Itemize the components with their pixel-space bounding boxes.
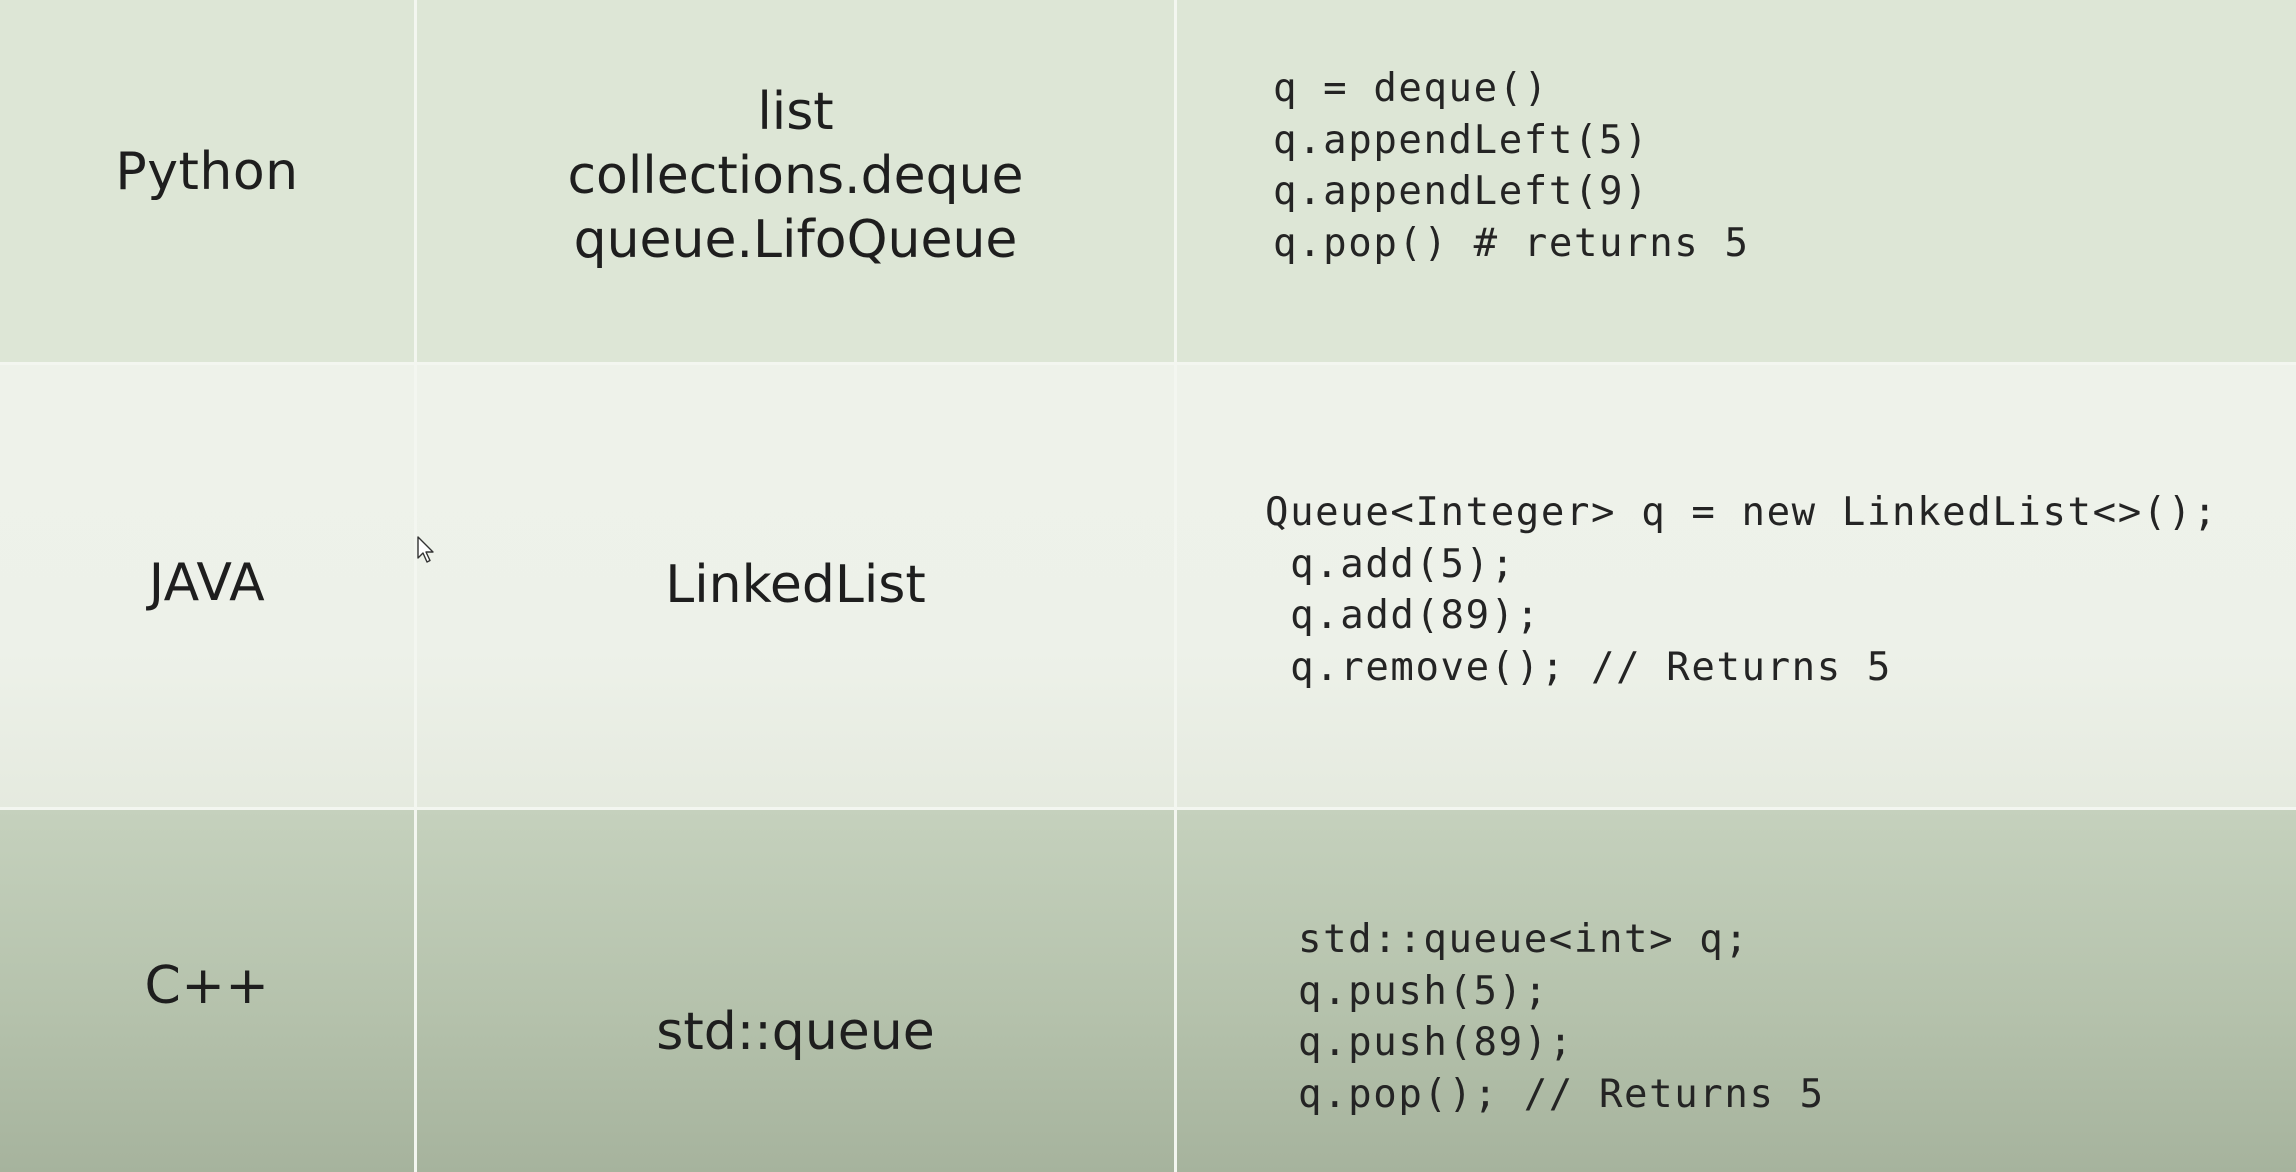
implementations-cell-java: LinkedList — [417, 365, 1177, 810]
code-line: q.add(89); — [1265, 593, 1541, 638]
implementations-cell-cpp: std::queue — [417, 810, 1177, 1172]
language-cell-java: JAVA — [0, 365, 417, 810]
code-line: q.remove(); // Returns 5 — [1265, 644, 1892, 690]
language-cell-cpp: C++ — [0, 810, 417, 1172]
implementation-item: queue.LifoQueue — [573, 210, 1018, 270]
code-cell-java: Queue<Integer> q = new LinkedList<>(); q… — [1177, 365, 2296, 810]
implementation-item: collections.deque — [567, 146, 1024, 206]
language-queue-table: Python list collections.deque queue.Lifo… — [0, 0, 2296, 1172]
code-line: q = deque() — [1273, 66, 1549, 111]
code-snippet: std::queue<int> q;q.push(5);q.push(89);q… — [1298, 914, 1825, 1120]
mouse-pointer-icon — [417, 536, 434, 563]
code-line: q.push(5); — [1298, 968, 1549, 1014]
implementations-list: list collections.deque queue.LifoQueue — [417, 80, 1174, 272]
code-line: std::queue<int> q; — [1298, 917, 1750, 962]
code-snippet: Queue<Integer> q = new LinkedList<>(); q… — [1265, 487, 2218, 693]
language-label: Python — [115, 142, 299, 202]
implementations-list: std::queue — [417, 1000, 1174, 1064]
code-line: q.appendLeft(9) — [1273, 169, 1650, 214]
language-cell-python: Python — [0, 0, 417, 365]
implementation-item: std::queue — [656, 1002, 935, 1062]
implementations-list: LinkedList — [417, 553, 1174, 617]
code-cell-python: q = deque() q.appendLeft(5) q.appendLeft(9… — [1177, 0, 2296, 365]
code-line: q.add(5); — [1265, 541, 1516, 587]
code-line: q.pop(); // Returns 5 — [1298, 1071, 1825, 1117]
code-snippet: q = deque() q.appendLeft(5) q.appendLeft(9… — [1273, 63, 1750, 269]
implementation-item: list — [757, 82, 834, 142]
language-label: C++ — [144, 956, 270, 1016]
language-label: JAVA — [148, 553, 266, 613]
code-line: Queue<Integer> q = new LinkedList<>(); — [1265, 490, 2219, 535]
implementation-item: LinkedList — [665, 555, 926, 615]
code-line: q.push(89); — [1298, 1020, 1574, 1065]
code-cell-cpp: std::queue<int> q;q.push(5);q.push(89);q… — [1177, 810, 2296, 1172]
code-line: q.pop() # returns 5 — [1273, 220, 1750, 266]
implementations-cell-python: list collections.deque queue.LifoQueue — [417, 0, 1177, 365]
code-line: q.appendLeft(5) — [1273, 117, 1650, 163]
